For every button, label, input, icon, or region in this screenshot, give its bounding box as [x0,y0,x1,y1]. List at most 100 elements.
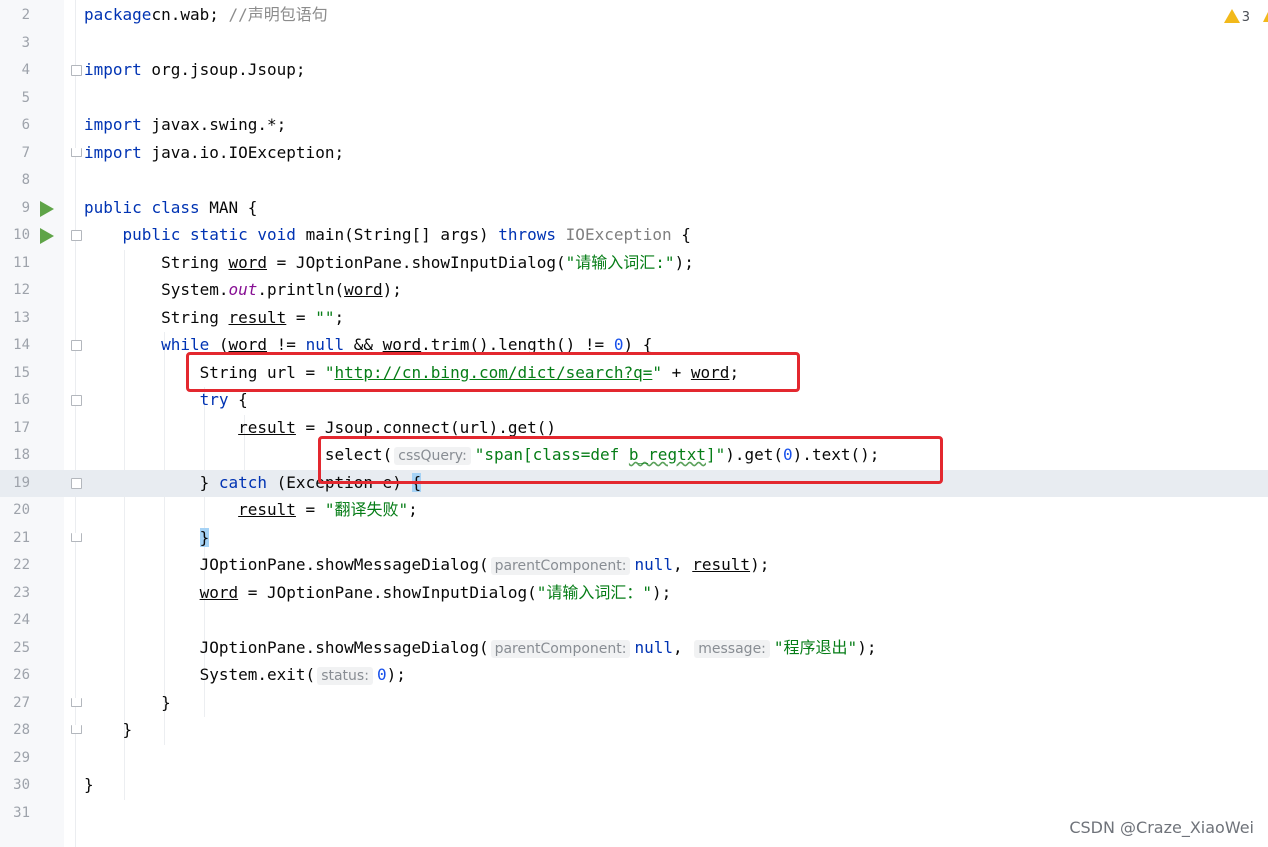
code-token: java.io.IOException; [141,142,345,162]
fold-marker-icon[interactable] [71,725,82,734]
code-line[interactable]: 10 public static void main(String[] args… [0,222,1268,249]
code-line[interactable]: 29 [0,745,1268,772]
code-text: word = JOptionPane.showInputDialog("请输入词… [84,583,672,603]
code-line[interactable]: 3 [0,30,1268,57]
code-token: b_regtxt [628,445,706,464]
watermark: CSDN @Craze_XiaoWei [1069,818,1254,837]
line-number: 8 [21,172,30,188]
code-token: word [344,280,383,299]
code-token: result [692,555,751,574]
code-line[interactable]: 24 [0,607,1268,634]
code-line[interactable]: 30} [0,772,1268,799]
code-token: .select( [84,445,393,464]
line-number: 30 [13,777,30,793]
code-text: import java.io.IOException; [84,143,344,163]
code-text: String url = "http://cn.bing.com/dict/se… [84,363,739,383]
code-token: , [673,555,693,574]
code-token: word [228,335,268,354]
code-token: word [382,335,422,354]
parameter-hint: cssQuery: [394,447,471,465]
code-token: " [652,362,662,382]
code-token: (Exception e) [267,472,412,492]
code-text: try { [84,390,248,410]
code-line[interactable]: 8 [0,167,1268,194]
warning-indicator[interactable]: 3 [1223,9,1250,25]
line-number: 28 [13,722,30,738]
line-number: 13 [13,309,30,326]
fold-marker-icon[interactable] [71,395,82,406]
code-line[interactable]: 17 result = Jsoup.connect(url).get() [0,415,1268,442]
code-token: ); [382,280,402,299]
line-number: 31 [13,804,30,821]
code-token: } [84,692,171,712]
code-line[interactable]: 5 [0,85,1268,112]
code-line[interactable]: 21 } [0,525,1268,552]
code-line[interactable]: 2 packagecn.wab; //声明包语句 [0,2,1268,29]
code-token: } [84,720,133,739]
code-line[interactable]: 13 String result = ""; [0,305,1268,332]
code-line[interactable]: 15 String url = "http://cn.bing.com/dict… [0,360,1268,387]
code-line[interactable]: 7 import java.io.IOException; [0,140,1268,167]
code-token: { [228,390,248,409]
code-token: System. [84,280,229,299]
code-line[interactable]: 11 String word = JOptionPane.showInputDi… [0,250,1268,277]
code-token: JOptionPane.showMessageDialog( [84,555,489,574]
code-line[interactable]: 12 System.out.println(word); [0,277,1268,304]
code-text: } catch (Exception e) { [84,472,422,493]
code-text: JOptionPane.showMessageDialog(parentComp… [84,638,876,658]
line-number: 3 [21,34,30,51]
code-line[interactable]: 22 JOptionPane.showMessageDialog(parentC… [0,552,1268,579]
code-line[interactable]: 6 import javax.swing.*; [0,112,1268,139]
code-line[interactable]: 20 result = "翻译失败"; [0,497,1268,524]
line-number: 15 [13,364,30,381]
code-token: "翻译失败" [324,500,409,519]
code-line[interactable]: 27 } [0,690,1268,717]
code-line[interactable]: 4 import org.jsoup.Jsoup; [0,57,1268,84]
code-line[interactable]: 18 .select(cssQuery: "span[class=def b_re… [0,442,1268,469]
run-icon[interactable] [40,200,54,217]
fold-marker-icon[interactable] [71,147,82,157]
fold-marker-icon[interactable] [71,532,82,542]
code-token: ; [408,500,418,519]
code-line[interactable]: 26 System.exit(status: 0); [0,662,1268,689]
code-token: result [228,307,287,327]
line-number: 19 [13,474,30,491]
code-line[interactable]: 16 try { [0,387,1268,414]
code-token: = JOptionPane.showInputDialog( [267,252,566,272]
code-text: } [84,693,171,713]
code-token: != [267,335,306,354]
code-token: ).get( [725,445,784,464]
code-line[interactable]: 19 } catch (Exception e) { [0,469,1268,497]
fold-marker-icon[interactable] [71,477,82,489]
code-token: 0 [783,445,793,464]
fold-marker-icon[interactable] [71,697,82,707]
code-text: result = "翻译失败"; [84,500,418,520]
code-line[interactable]: 28 } [0,717,1268,744]
code-token: import [84,115,142,134]
run-icon[interactable] [40,228,54,244]
line-number: 27 [13,694,30,711]
fold-marker-icon[interactable] [71,340,82,351]
code-token: ); [750,555,770,574]
code-line[interactable]: 9 public class MAN { [0,195,1268,222]
line-number: 20 [13,502,30,518]
line-number: 26 [13,667,30,683]
code-token: ); [386,665,406,684]
code-token: "程序退出" [773,637,858,657]
code-line[interactable]: 23 word = JOptionPane.showInputDialog("请… [0,580,1268,607]
code-line[interactable]: 14 while (word != null && word.trim().le… [0,332,1268,359]
code-token: //声明包语句 [228,5,328,24]
parameter-hint: message: [694,639,770,658]
warning-edge-icon [1263,12,1268,22]
line-number: 4 [21,62,30,78]
fold-marker-icon[interactable] [71,230,82,241]
fold-marker-icon[interactable] [71,65,82,76]
code-token: MAN { [199,197,258,217]
code-text: .select(cssQuery: "span[class=def b_regtx… [84,445,879,465]
code-line[interactable]: 25 JOptionPane.showMessageDialog(parentC… [0,635,1268,662]
